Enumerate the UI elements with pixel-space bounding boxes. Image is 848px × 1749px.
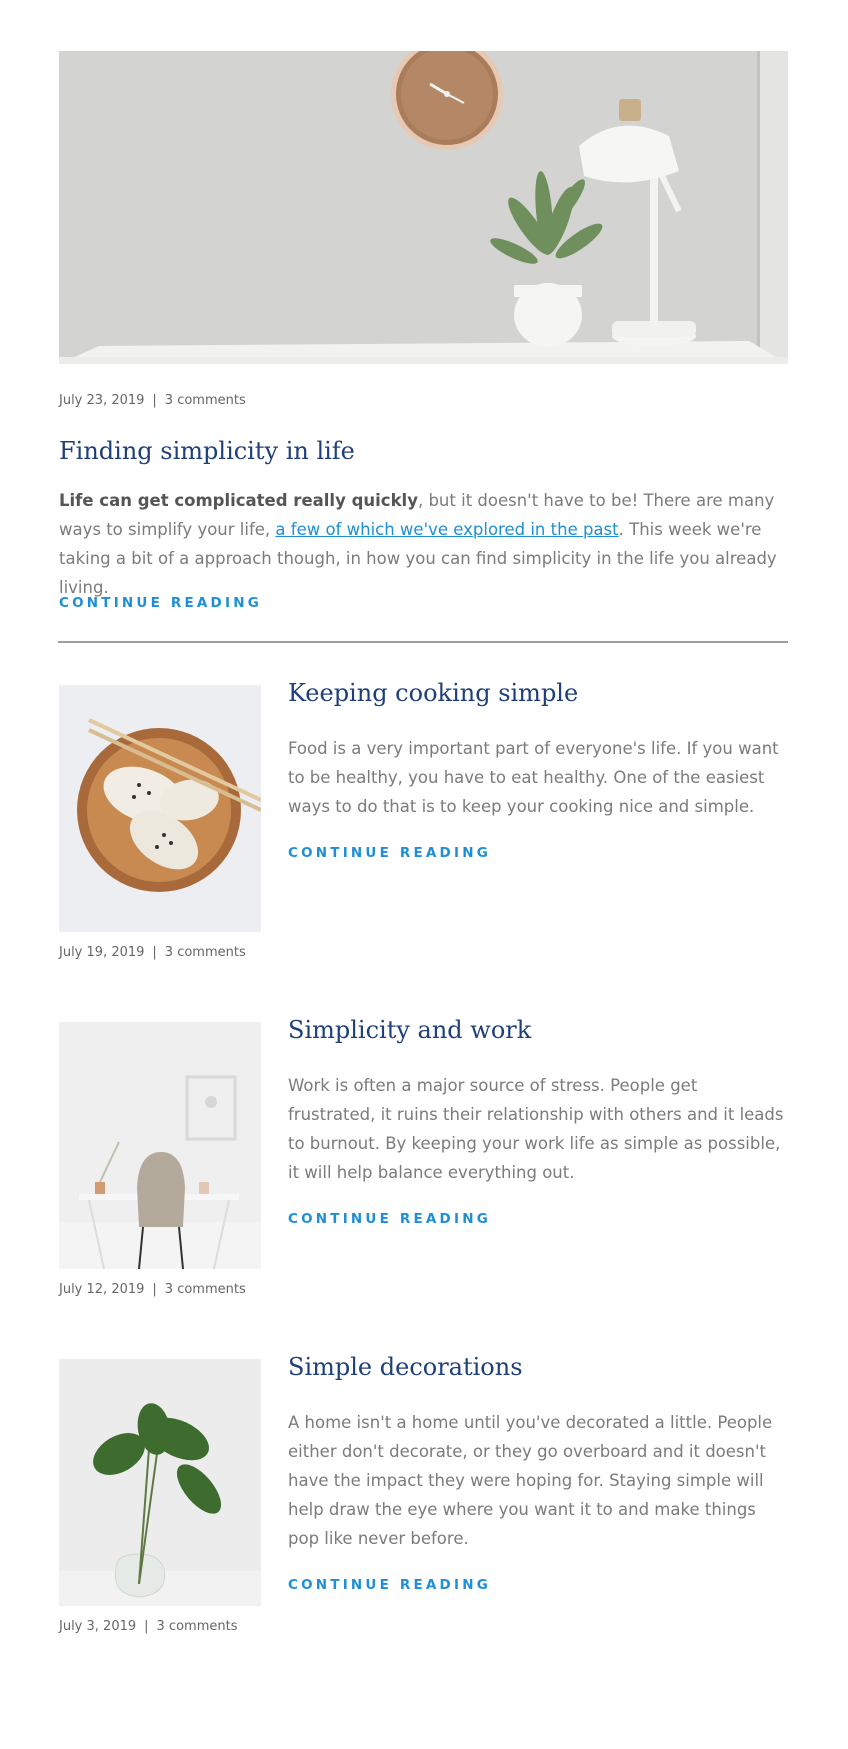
post-thumbnail[interactable] xyxy=(59,1022,261,1269)
blog-page: July 23, 2019 | 3 comments Finding simplic… xyxy=(0,0,848,1749)
post-title[interactable]: Simple decorations xyxy=(288,1353,523,1381)
meta-separator: | xyxy=(152,1282,157,1297)
post-title[interactable]: Simplicity and work xyxy=(288,1016,531,1044)
continue-reading-link[interactable]: CONTINUE READING xyxy=(288,1577,491,1593)
comments-count[interactable]: 3 comments xyxy=(157,1619,238,1634)
post-title[interactable]: Keeping cooking simple xyxy=(288,679,578,707)
post-date: July 12, 2019 xyxy=(59,1282,145,1297)
continue-reading-link[interactable]: CONTINUE READING xyxy=(288,845,491,861)
comments-count[interactable]: 3 comments xyxy=(165,393,246,408)
post-thumbnail[interactable] xyxy=(59,1359,261,1606)
post-date: July 3, 2019 xyxy=(59,1619,137,1634)
divider xyxy=(58,641,788,643)
continue-reading-link[interactable]: CONTINUE READING xyxy=(288,1211,491,1227)
excerpt-bold: Life can get complicated really quickly xyxy=(59,491,418,510)
post-thumbnail[interactable] xyxy=(59,685,261,932)
excerpt-link[interactable]: a few of which we've explored in the pas… xyxy=(275,520,618,539)
meta-separator: | xyxy=(152,393,157,408)
comments-count[interactable]: 3 comments xyxy=(165,1282,246,1297)
post-excerpt: Life can get complicated really quickly,… xyxy=(59,486,789,602)
featured-image[interactable] xyxy=(59,51,788,364)
post-title[interactable]: Finding simplicity in life xyxy=(59,437,355,465)
desk-scene-illustration xyxy=(59,51,788,364)
meta-separator: | xyxy=(144,1619,149,1634)
meta-separator: | xyxy=(152,945,157,960)
comments-count[interactable]: 3 comments xyxy=(165,945,246,960)
post-excerpt: Food is a very important part of everyon… xyxy=(288,739,779,816)
desk-and-chair-illustration xyxy=(59,1022,261,1269)
post-meta: July 23, 2019 | 3 comments xyxy=(59,393,246,408)
post-date: July 19, 2019 xyxy=(59,945,145,960)
post-excerpt: A home isn't a home until you've decorat… xyxy=(288,1413,773,1548)
post-date: July 23, 2019 xyxy=(59,393,145,408)
post-meta: July 3, 2019 | 3 comments xyxy=(59,1619,237,1634)
post-excerpt: Work is often a major source of stress. … xyxy=(288,1076,784,1182)
plant-in-vase-illustration xyxy=(59,1359,261,1606)
continue-reading-link[interactable]: CONTINUE READING xyxy=(59,595,262,611)
post-meta: July 12, 2019 | 3 comments xyxy=(59,1282,246,1297)
post-meta: July 19, 2019 | 3 comments xyxy=(59,945,246,960)
dumplings-illustration xyxy=(59,685,261,932)
